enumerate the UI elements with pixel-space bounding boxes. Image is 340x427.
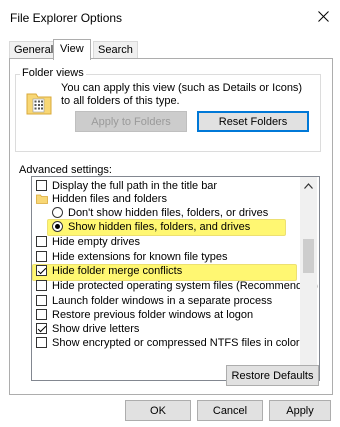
advanced-settings-label: Advanced settings: [19, 164, 112, 176]
apply-label: Apply [286, 404, 314, 417]
cancel-label: Cancel [212, 404, 248, 417]
setting-show-hidden[interactable]: Show hidden files, folders, and drives [32, 221, 302, 234]
cancel-button[interactable]: Cancel [197, 400, 263, 421]
setting-label: Display the full path in the title bar [52, 180, 218, 192]
setting-label: Restore previous folder windows at logon [52, 309, 254, 321]
folder-icon [36, 194, 48, 204]
checkbox[interactable] [36, 265, 47, 276]
setting-label: Show hidden files, folders, and drives [68, 221, 251, 233]
tab-view-label: View [60, 43, 84, 55]
tab-search-label: Search [98, 44, 133, 56]
checkbox[interactable] [36, 236, 47, 247]
folder-views-label: Folder views [20, 67, 86, 79]
checkbox[interactable] [36, 280, 47, 291]
setting-label: Hide folder merge conflicts [52, 265, 183, 277]
apply-to-folders-button[interactable]: Apply to Folders [75, 111, 187, 132]
reset-folders-label: Reset Folders [218, 115, 288, 128]
setting-separate-process[interactable]: Launch folder windows in a separate proc… [32, 295, 302, 308]
setting-label: Hide extensions for known file types [52, 251, 228, 263]
scrollbar[interactable] [300, 177, 317, 378]
checkbox[interactable] [36, 309, 47, 320]
setting-label: Hide empty drives [52, 236, 141, 248]
setting-dont-show-hidden[interactable]: Don't show hidden files, folders, or dri… [32, 207, 302, 220]
setting-hide-extensions[interactable]: Hide extensions for known file types [32, 251, 302, 264]
close-button[interactable] [312, 4, 334, 28]
dialog-title: File Explorer Options [10, 11, 123, 25]
setting-label: Show encrypted or compressed NTFS files … [52, 337, 300, 349]
tab-general-label: General [14, 44, 54, 56]
close-icon [317, 10, 329, 22]
restore-defaults-label: Restore Defaults [231, 369, 314, 382]
setting-label: Launch folder windows in a separate proc… [52, 295, 273, 307]
checkbox[interactable] [36, 180, 47, 191]
setting-full-path[interactable]: Display the full path in the title bar [32, 180, 302, 193]
tab-general[interactable]: General [9, 41, 59, 59]
tab-search[interactable]: Search [93, 41, 138, 59]
checkbox[interactable] [36, 295, 47, 306]
folder-view-icon [26, 93, 52, 115]
title-bar: File Explorer Options [0, 0, 340, 34]
setting-hidden-files-group: Hidden files and folders [32, 193, 302, 206]
radio-button[interactable] [52, 221, 63, 232]
checkbox[interactable] [36, 251, 47, 262]
tab-view[interactable]: View [53, 39, 91, 60]
setting-label: Hidden files and folders [52, 193, 167, 205]
checkbox[interactable] [36, 323, 47, 334]
chevron-up-icon [304, 182, 313, 189]
setting-restore-windows[interactable]: Restore previous folder windows at logon [32, 309, 302, 322]
setting-show-drive-letters[interactable]: Show drive letters [32, 323, 302, 336]
ok-label: OK [150, 404, 166, 417]
setting-label: Hide protected operating system files (R… [52, 280, 318, 292]
apply-button[interactable]: Apply [269, 400, 331, 421]
scroll-up-button[interactable] [300, 177, 317, 194]
restore-defaults-button[interactable]: Restore Defaults [226, 365, 319, 386]
reset-folders-button[interactable]: Reset Folders [197, 111, 309, 132]
advanced-settings-list[interactable]: Display the full path in the title bar H… [31, 176, 320, 381]
setting-label: Don't show hidden files, folders, or dri… [68, 207, 269, 219]
checkbox[interactable] [36, 337, 47, 348]
setting-hide-empty-drives[interactable]: Hide empty drives [32, 236, 302, 249]
setting-hide-protected-files[interactable]: Hide protected operating system files (R… [32, 280, 318, 293]
setting-label: Show drive letters [52, 323, 140, 335]
apply-to-folders-label: Apply to Folders [91, 115, 171, 128]
radio-button[interactable] [52, 207, 63, 218]
scroll-thumb[interactable] [303, 239, 314, 273]
ok-button[interactable]: OK [125, 400, 191, 421]
setting-hide-merge-conflicts[interactable]: Hide folder merge conflicts [32, 265, 302, 278]
folder-views-description: You can apply this view (such as Details… [61, 82, 303, 107]
setting-ntfs-color[interactable]: Show encrypted or compressed NTFS files … [32, 337, 302, 350]
